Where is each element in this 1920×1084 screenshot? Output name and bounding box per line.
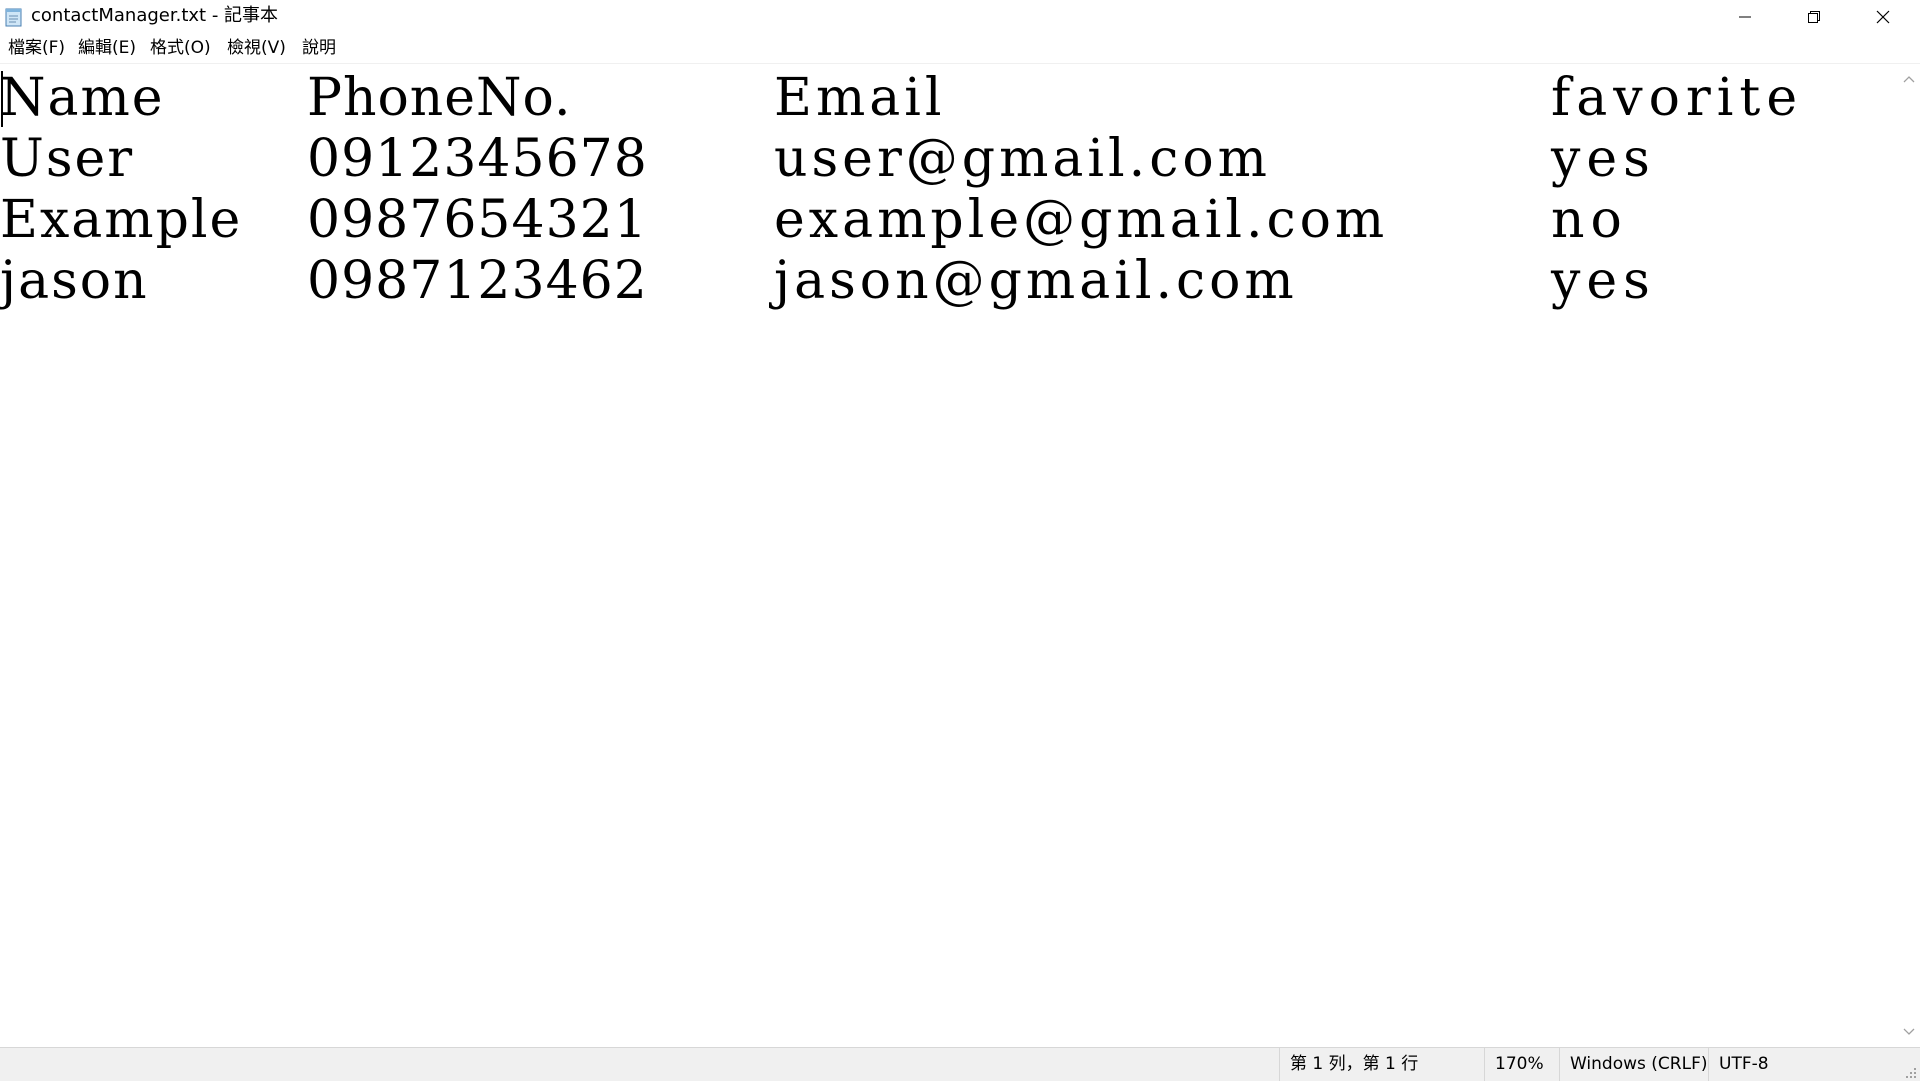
vertical-scrollbar[interactable]	[1897, 64, 1920, 1047]
window-title: contactManager.txt - 記事本	[31, 5, 279, 26]
text-line: Name PhoneNo. Email favorite	[0, 67, 1797, 129]
phone-cell: 0987123462	[307, 251, 648, 311]
maximize-button[interactable]	[1779, 0, 1849, 33]
menu-format[interactable]: 格式(O)	[150, 37, 211, 59]
cursor-position: 第 1 列，第 1 行	[1279, 1048, 1484, 1081]
phone-cell: PhoneNo.	[307, 68, 572, 128]
email-cell: Email	[774, 68, 946, 128]
title-bar: contactManager.txt - 記事本	[0, 0, 1920, 33]
email-cell: example@gmail.com	[774, 190, 1389, 250]
favorite-cell: no	[1551, 190, 1628, 250]
text-editor[interactable]: Name PhoneNo. Email favorite User 091234…	[0, 64, 1897, 1047]
minimize-button[interactable]	[1710, 0, 1780, 33]
menu-edit[interactable]: 編輯(E)	[78, 37, 136, 59]
scroll-up-icon[interactable]	[1901, 71, 1916, 86]
name-cell: User	[0, 129, 135, 189]
name-cell: jason	[0, 251, 149, 311]
status-bar: 第 1 列，第 1 行 170% Windows (CRLF) UTF-8	[0, 1047, 1920, 1081]
favorite-cell: favorite	[1551, 68, 1804, 128]
scroll-down-icon[interactable]	[1901, 1024, 1916, 1039]
name-cell: Name	[0, 68, 165, 128]
resize-grip-icon[interactable]	[1904, 1065, 1918, 1079]
menu-file[interactable]: 檔案(F)	[8, 37, 65, 59]
notepad-icon	[4, 7, 24, 27]
zoom-level: 170%	[1484, 1048, 1559, 1081]
phone-cell: 0912345678	[307, 129, 648, 189]
text-line: User 0912345678 user@gmail.com yes	[0, 128, 1650, 190]
name-cell: Example	[0, 190, 243, 250]
favorite-cell: yes	[1551, 129, 1656, 189]
text-line: Example 0987654321 example@gmail.com no	[0, 189, 1622, 251]
menu-help[interactable]: 說明	[302, 37, 336, 59]
text-line: jason 0987123462 jason@gmail.com yes	[0, 250, 1650, 312]
encoding: UTF-8	[1708, 1048, 1920, 1081]
email-cell: user@gmail.com	[774, 129, 1271, 189]
close-icon	[1876, 10, 1890, 24]
favorite-cell: yes	[1551, 251, 1656, 311]
menu-view[interactable]: 檢視(V)	[227, 37, 286, 59]
minimize-icon	[1738, 10, 1752, 24]
email-cell: jason@gmail.com	[774, 251, 1298, 311]
line-ending: Windows (CRLF)	[1559, 1048, 1708, 1081]
restore-icon	[1807, 10, 1821, 24]
menu-bar: 檔案(F) 編輯(E) 格式(O) 檢視(V) 說明	[0, 33, 1920, 64]
close-button[interactable]	[1848, 0, 1918, 33]
phone-cell: 0987654321	[307, 190, 648, 250]
